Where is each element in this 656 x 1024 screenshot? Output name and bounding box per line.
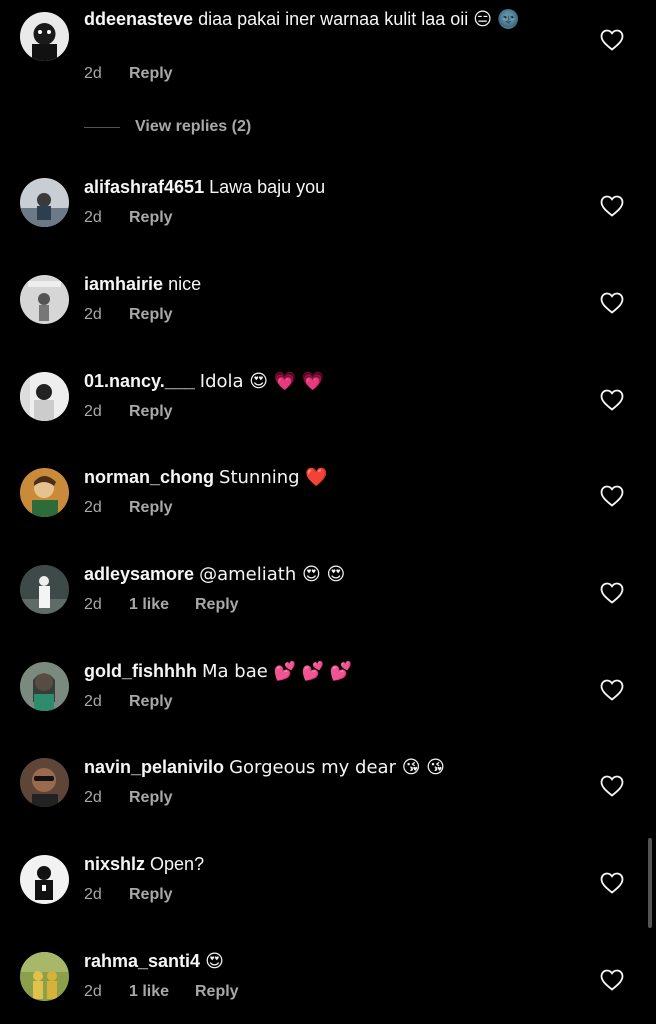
comment-text: nixshlz Open? <box>84 850 544 878</box>
comment-meta: 2d Reply <box>84 65 173 83</box>
comment-username[interactable]: gold_fishhhh <box>84 661 197 681</box>
reply-button[interactable]: Reply <box>129 499 173 517</box>
avatar[interactable] <box>20 468 69 517</box>
heart-icon[interactable] <box>600 872 624 894</box>
heart-icon[interactable] <box>600 775 624 797</box>
avatar[interactable] <box>20 952 69 1001</box>
heart-icon[interactable] <box>600 969 624 991</box>
comment-text: alifashraf4651 Lawa baju you <box>84 173 544 201</box>
heart-icon[interactable] <box>600 679 624 701</box>
like-count[interactable]: 1 like <box>129 983 195 1001</box>
comment-time: 2d <box>84 403 102 420</box>
comment-text: navin_pelanivilo Gorgeous my dear 😘 😘 <box>84 753 544 782</box>
comment-text: ddeenasteve diaa pakai iner warnaa kulit… <box>84 5 544 33</box>
avatar[interactable] <box>20 662 69 711</box>
comment-body: Idola 😍 💗 💗 <box>199 371 325 392</box>
comment-text: rahma_santi4 😍 <box>84 947 544 976</box>
comment-body: Ma bae 💕 💕 💕 <box>202 661 353 682</box>
heart-icon[interactable] <box>600 292 624 314</box>
comment-meta: 2d 1 like Reply <box>84 983 239 1001</box>
comment-time: 2d <box>84 693 102 710</box>
comment-username[interactable]: adleysamore <box>84 564 194 584</box>
avatar[interactable] <box>20 855 69 904</box>
comment-meta: 2d Reply <box>84 306 173 324</box>
reply-button[interactable]: Reply <box>129 693 173 711</box>
comment-time: 2d <box>84 789 102 806</box>
comment-meta: 2d 1 like Reply <box>84 596 239 614</box>
comment-body: diaa pakai iner warnaa kulit laa oii 😑 🌚 <box>198 9 520 29</box>
heart-icon[interactable] <box>600 195 624 217</box>
avatar[interactable] <box>20 758 69 807</box>
comment-body: nice <box>168 274 202 294</box>
comment-body: 😍 <box>205 951 224 972</box>
comment-meta: 2d Reply <box>84 403 173 421</box>
comment-meta: 2d Reply <box>84 209 173 227</box>
comment-username[interactable]: norman_chong <box>84 467 214 487</box>
comment-text: gold_fishhhh Ma bae 💕 💕 💕 <box>84 657 544 686</box>
heart-icon[interactable] <box>600 389 624 411</box>
comment-meta: 2d Reply <box>84 789 173 807</box>
comment-time: 2d <box>84 886 102 903</box>
avatar[interactable] <box>20 12 69 61</box>
heart-icon[interactable] <box>600 582 624 604</box>
comment-meta: 2d Reply <box>84 499 173 517</box>
reply-button[interactable]: Reply <box>129 209 173 227</box>
comment-body: Stunning ❤️ <box>219 467 328 488</box>
reply-button[interactable]: Reply <box>129 886 173 904</box>
comment-text: 01.nancy.___ Idola 😍 💗 💗 <box>84 367 544 396</box>
avatar[interactable] <box>20 275 69 324</box>
comment-username[interactable]: rahma_santi4 <box>84 951 200 971</box>
comment-username[interactable]: 01.nancy.___ <box>84 371 195 391</box>
reply-button[interactable]: Reply <box>129 306 173 324</box>
comment-time: 2d <box>84 209 102 226</box>
comment-time: 2d <box>84 65 102 82</box>
reply-button[interactable]: Reply <box>129 403 173 421</box>
view-replies-button[interactable]: View replies (2) <box>84 118 251 136</box>
view-replies-label[interactable]: View replies (2) <box>135 118 251 136</box>
avatar[interactable] <box>20 178 69 227</box>
reply-button[interactable]: Reply <box>129 65 173 83</box>
comment-time: 2d <box>84 499 102 516</box>
comment-body: Gorgeous my dear 😘 😘 <box>229 757 445 778</box>
like-count[interactable]: 1 like <box>129 596 195 614</box>
heart-icon[interactable] <box>600 485 624 507</box>
comment-time: 2d <box>84 306 102 323</box>
comment-meta: 2d Reply <box>84 886 173 904</box>
reply-button[interactable]: Reply <box>195 596 239 614</box>
view-replies-divider <box>84 126 120 128</box>
reply-button[interactable]: Reply <box>195 983 239 1001</box>
comment-username[interactable]: iamhairie <box>84 274 163 294</box>
comment-meta: 2d Reply <box>84 693 173 711</box>
comment-time: 2d <box>84 596 102 613</box>
comment-text: norman_chong Stunning ❤️ <box>84 463 544 492</box>
comment-time: 2d <box>84 983 102 1000</box>
comment-body: @ameliath 😍 😍 <box>199 564 346 585</box>
comment-body: Lawa baju you <box>209 177 326 197</box>
comment-text: iamhairie nice <box>84 270 544 298</box>
comment-body: Open? <box>150 854 205 874</box>
avatar[interactable] <box>20 565 69 614</box>
comment-username[interactable]: navin_pelanivilo <box>84 757 224 777</box>
reply-button[interactable]: Reply <box>129 789 173 807</box>
avatar[interactable] <box>20 372 69 421</box>
comment-text: adleysamore @ameliath 😍 😍 <box>84 560 544 589</box>
comment-username[interactable]: alifashraf4651 <box>84 177 204 197</box>
comment-username[interactable]: nixshlz <box>84 854 145 874</box>
heart-icon[interactable] <box>600 29 624 51</box>
comment-username[interactable]: ddeenasteve <box>84 9 193 29</box>
scrollbar[interactable] <box>648 838 652 928</box>
